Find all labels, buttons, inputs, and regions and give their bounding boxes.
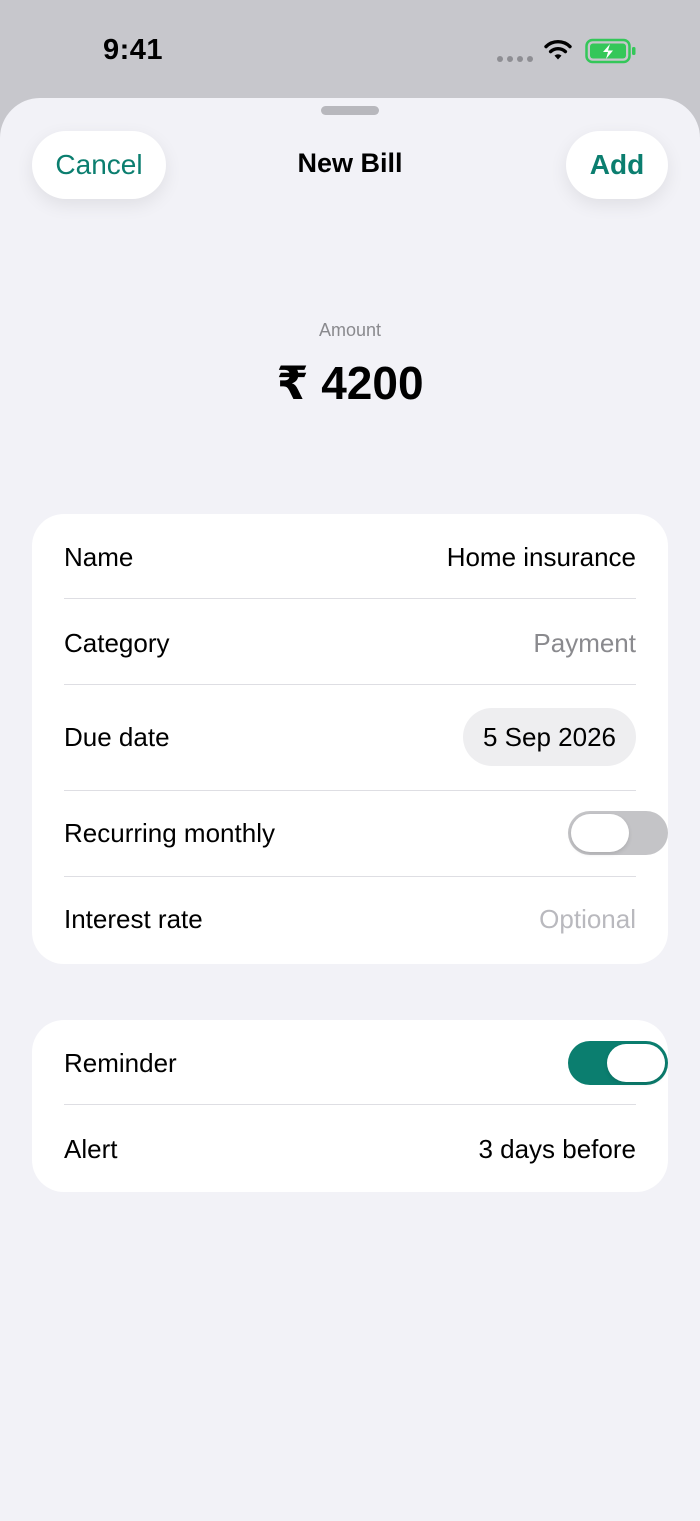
status-time: 9:41 xyxy=(103,34,164,66)
divider xyxy=(64,876,636,877)
toggle-knob xyxy=(571,814,629,852)
divider xyxy=(64,1104,636,1105)
reminder-card: Reminder Alert 3 days before xyxy=(32,1020,668,1192)
reminder-row: Reminder xyxy=(64,1033,668,1093)
category-row[interactable]: Category Payment xyxy=(64,613,636,673)
interest-rate-label: Interest rate xyxy=(64,903,203,934)
name-field[interactable]: Home insurance xyxy=(447,542,636,573)
name-row[interactable]: Name Home insurance xyxy=(64,527,636,587)
divider xyxy=(64,598,636,599)
interest-rate-input[interactable]: Optional xyxy=(539,904,636,935)
details-card: Name Home insurance Category Payment Due… xyxy=(32,514,668,964)
wifi-icon xyxy=(544,40,572,60)
due-date-row: Due date 5 Sep 2026 xyxy=(64,707,636,767)
cellular-signal-icon xyxy=(497,56,533,62)
due-date-label: Due date xyxy=(64,721,170,752)
amount-label: Amount xyxy=(318,320,382,340)
new-bill-sheet: Cancel New Bill Add Amount ₹ 4200 Name H… xyxy=(0,98,700,1521)
alert-label: Alert xyxy=(64,1133,118,1164)
status-bar: 9:41 xyxy=(0,0,700,100)
reminder-toggle[interactable] xyxy=(568,1041,668,1085)
divider xyxy=(64,790,636,791)
add-button[interactable]: Add xyxy=(566,131,668,199)
toggle-knob xyxy=(607,1044,665,1082)
alert-row[interactable]: Alert 3 days before xyxy=(64,1119,636,1179)
name-label: Name xyxy=(64,541,134,572)
category-label: Category xyxy=(64,627,170,658)
recurring-label: Recurring monthly xyxy=(64,817,275,848)
amount-input[interactable]: ₹ 4200 xyxy=(0,356,700,410)
reminder-label: Reminder xyxy=(64,1047,177,1078)
battery-charging-icon xyxy=(585,38,636,64)
sheet-grabber[interactable] xyxy=(321,106,379,115)
category-value[interactable]: Payment xyxy=(533,628,636,659)
interest-rate-row[interactable]: Interest rate Optional xyxy=(64,889,636,949)
due-date-picker[interactable]: 5 Sep 2026 xyxy=(462,708,636,766)
alert-value[interactable]: 3 days before xyxy=(478,1134,636,1165)
recurring-toggle[interactable] xyxy=(568,811,668,855)
divider xyxy=(64,684,636,685)
recurring-row: Recurring monthly xyxy=(64,803,668,863)
